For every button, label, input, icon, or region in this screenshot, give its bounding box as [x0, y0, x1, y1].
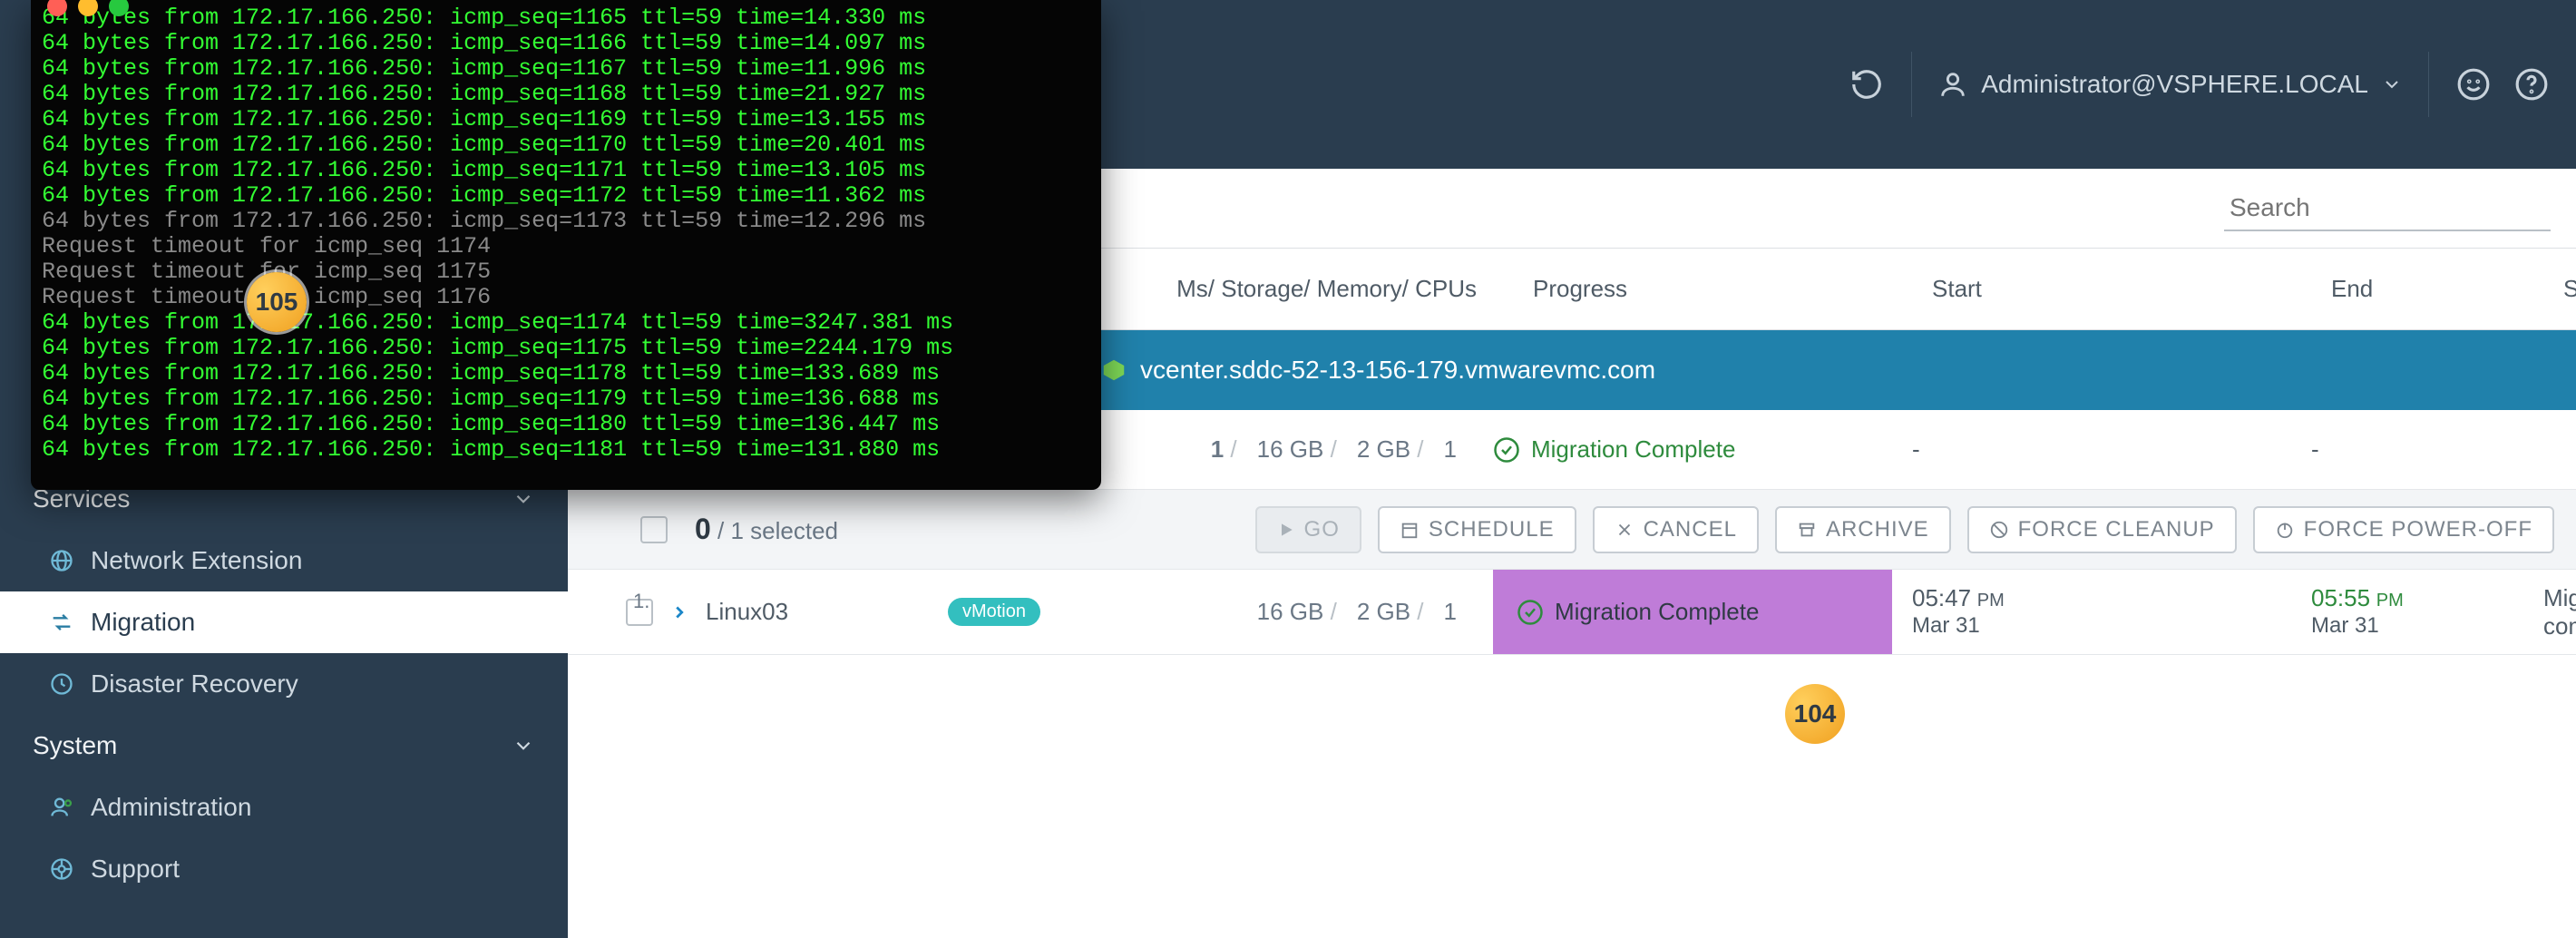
sidebar-item-administration[interactable]: Administration [0, 777, 568, 838]
minimize-window-icon[interactable] [78, 0, 98, 16]
group-end: - [2291, 435, 2523, 464]
vm-status: Migration completed [2523, 584, 2576, 640]
window-controls[interactable] [47, 0, 129, 16]
sidebar-item-label: Network Extension [91, 546, 302, 575]
divider [2428, 52, 2429, 117]
selected-count: 0 [695, 513, 711, 545]
cancel-button[interactable]: CANCEL [1593, 506, 1759, 553]
terminal-output-a: 64 bytes from 172.17.166.250: icmp_seq=1… [42, 5, 1090, 209]
vm-index: 1. [633, 590, 649, 613]
go-button: GO [1255, 506, 1361, 553]
chevron-down-icon [512, 487, 535, 511]
vm-type-badge: vMotion [948, 598, 1040, 626]
terminal-window[interactable]: 64 bytes from 172.17.166.250: icmp_seq=1… [31, 0, 1101, 490]
sidebar-item-disaster-recovery[interactable]: Disaster Recovery [0, 653, 568, 715]
refresh-button[interactable] [1848, 65, 1886, 103]
ban-icon [1989, 520, 2009, 540]
sidebar-item-label: Disaster Recovery [91, 669, 298, 699]
callout-104: 104 [1785, 684, 1845, 744]
force-cleanup-button[interactable]: FORCE CLEANUP [1967, 506, 2237, 553]
calendar-icon [1400, 520, 1420, 540]
terminal-output-dim: 64 bytes from 172.17.166.250: icmp_seq=1… [42, 209, 1090, 310]
group-figures: 1 / 16 GB / 2 GB / 1 [1062, 435, 1493, 464]
feedback-icon[interactable] [2454, 65, 2493, 103]
selection-bar: 0 / 1 selected GO SCHEDULE CANCEL ARCHIV… [568, 490, 2576, 570]
search-input[interactable] [2224, 186, 2551, 231]
sidebar-item-network-extension[interactable]: Network Extension [0, 530, 568, 591]
vm-name: Linux03 [706, 598, 788, 626]
destination-name: vcenter.sddc-52-13-156-179.vmwarevmc.com [1140, 356, 1655, 385]
group-progress: Migration Complete [1493, 435, 1892, 464]
vm-start: 05:47 PM Mar 31 [1892, 584, 2291, 640]
help-icon[interactable] [2513, 65, 2551, 103]
col-start: Start [1912, 275, 2311, 303]
sidebar-item-label: Support [91, 855, 180, 884]
user-label: Administrator@VSPHERE.LOCAL [1981, 70, 2368, 99]
vcenter-icon [1100, 357, 1127, 384]
vm-end: 05:55 PM Mar 31 [2291, 584, 2523, 640]
sidebar-item-migration[interactable]: Migration [0, 591, 568, 653]
group-start: - [1892, 435, 2291, 464]
play-icon [1277, 521, 1295, 539]
maximize-window-icon[interactable] [109, 0, 129, 16]
vm-progress: Migration Complete [1493, 570, 1892, 654]
terminal-output-b: 64 bytes from 172.17.166.250: icmp_seq=1… [42, 310, 1090, 463]
close-window-icon[interactable] [47, 0, 67, 16]
schedule-button[interactable]: SCHEDULE [1378, 506, 1576, 553]
archive-button[interactable]: ARCHIVE [1775, 506, 1951, 553]
sidebar-heading-system[interactable]: System [0, 715, 568, 777]
chevron-right-icon[interactable] [669, 602, 689, 622]
force-poweroff-button[interactable]: FORCE POWER-OFF [2253, 506, 2554, 553]
chevron-down-icon [2381, 73, 2403, 95]
sidebar-item-label: Migration [91, 608, 195, 637]
sidebar-item-label: Administration [91, 793, 251, 822]
power-icon [2275, 520, 2295, 540]
vm-progress-label: Migration Complete [1555, 598, 1759, 626]
callout-105: 105 [247, 272, 307, 332]
archive-icon [1797, 520, 1817, 540]
vm-figures: 16 GB / 2 GB / 1 [1062, 598, 1493, 626]
check-circle-icon [1517, 599, 1544, 626]
select-all-checkbox[interactable] [640, 516, 668, 543]
col-progress: Progress [1513, 275, 1912, 303]
user-menu[interactable]: Administrator@VSPHERE.LOCAL [1937, 69, 2403, 100]
vm-name-cell: 1. Linux03 vMotion [568, 598, 1062, 626]
close-icon [1615, 520, 1634, 540]
vm-row[interactable]: 1. Linux03 vMotion 16 GB / 2 GB / 1 Migr… [568, 570, 2576, 655]
divider [1911, 52, 1912, 117]
group-progress-label: Migration Complete [1531, 435, 1735, 464]
col-end: End [2311, 275, 2543, 303]
check-circle-icon [1493, 436, 1520, 464]
chevron-down-icon [512, 734, 535, 757]
col-status: Status [2543, 275, 2576, 303]
selected-total: / 1 selected [717, 517, 838, 544]
sidebar-item-support[interactable]: Support [0, 838, 568, 900]
